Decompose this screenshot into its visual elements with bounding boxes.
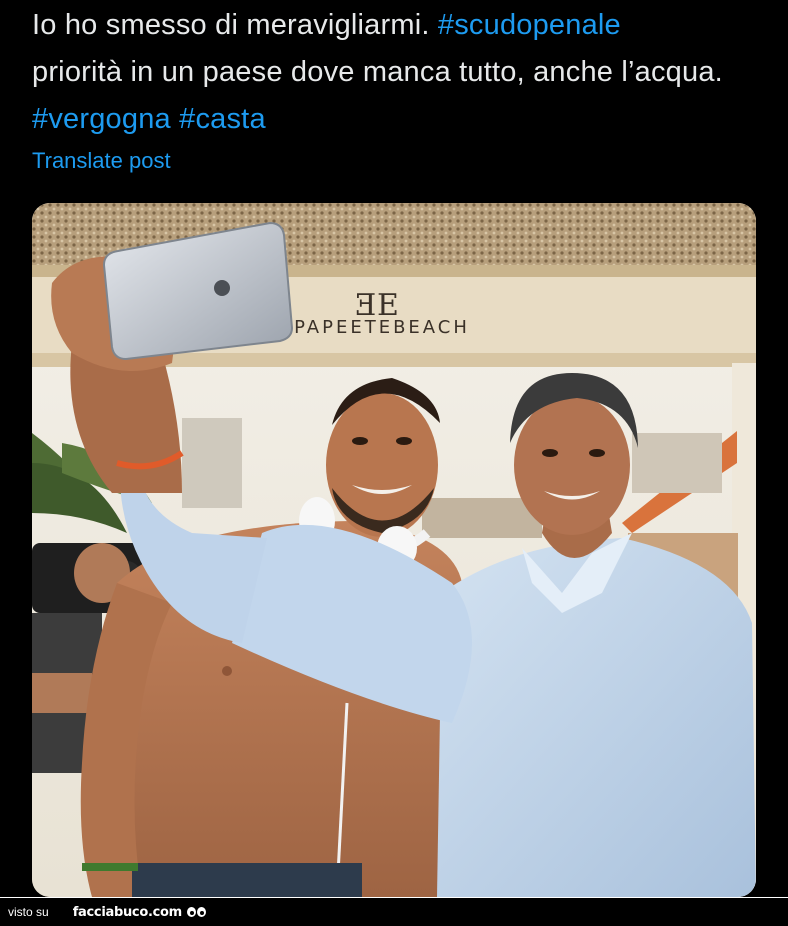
hashtag-scudopenale[interactable]: #scudopenale <box>438 9 621 41</box>
hashtag-casta[interactable]: #casta <box>179 103 266 135</box>
post-text-part2: priorità in un paese dove manca tutto, a… <box>32 56 723 88</box>
translate-post-link[interactable]: Translate post <box>32 148 171 174</box>
photo-illustration: ƎE PAPEETEBEACH <box>32 203 756 897</box>
post-text: Io ho smesso di meravigliarmi. #scudopen… <box>32 2 752 143</box>
post-text-part1: Io ho smesso di meravigliarmi. <box>32 9 438 41</box>
hashtag-vergogna[interactable]: #vergogna <box>32 103 171 135</box>
eye-icon-right <box>196 907 206 917</box>
footer-prefix: visto su <box>8 905 49 919</box>
eye-icon-left <box>186 907 196 917</box>
beach-sign: PAPEETEBEACH <box>294 317 470 338</box>
footer-brand[interactable]: facciabuco.com <box>73 905 183 920</box>
eyes-icon <box>186 907 206 917</box>
footer-bar: visto su facciabuco.com <box>0 897 788 926</box>
post-photo[interactable]: ƎE PAPEETEBEACH <box>32 203 756 897</box>
